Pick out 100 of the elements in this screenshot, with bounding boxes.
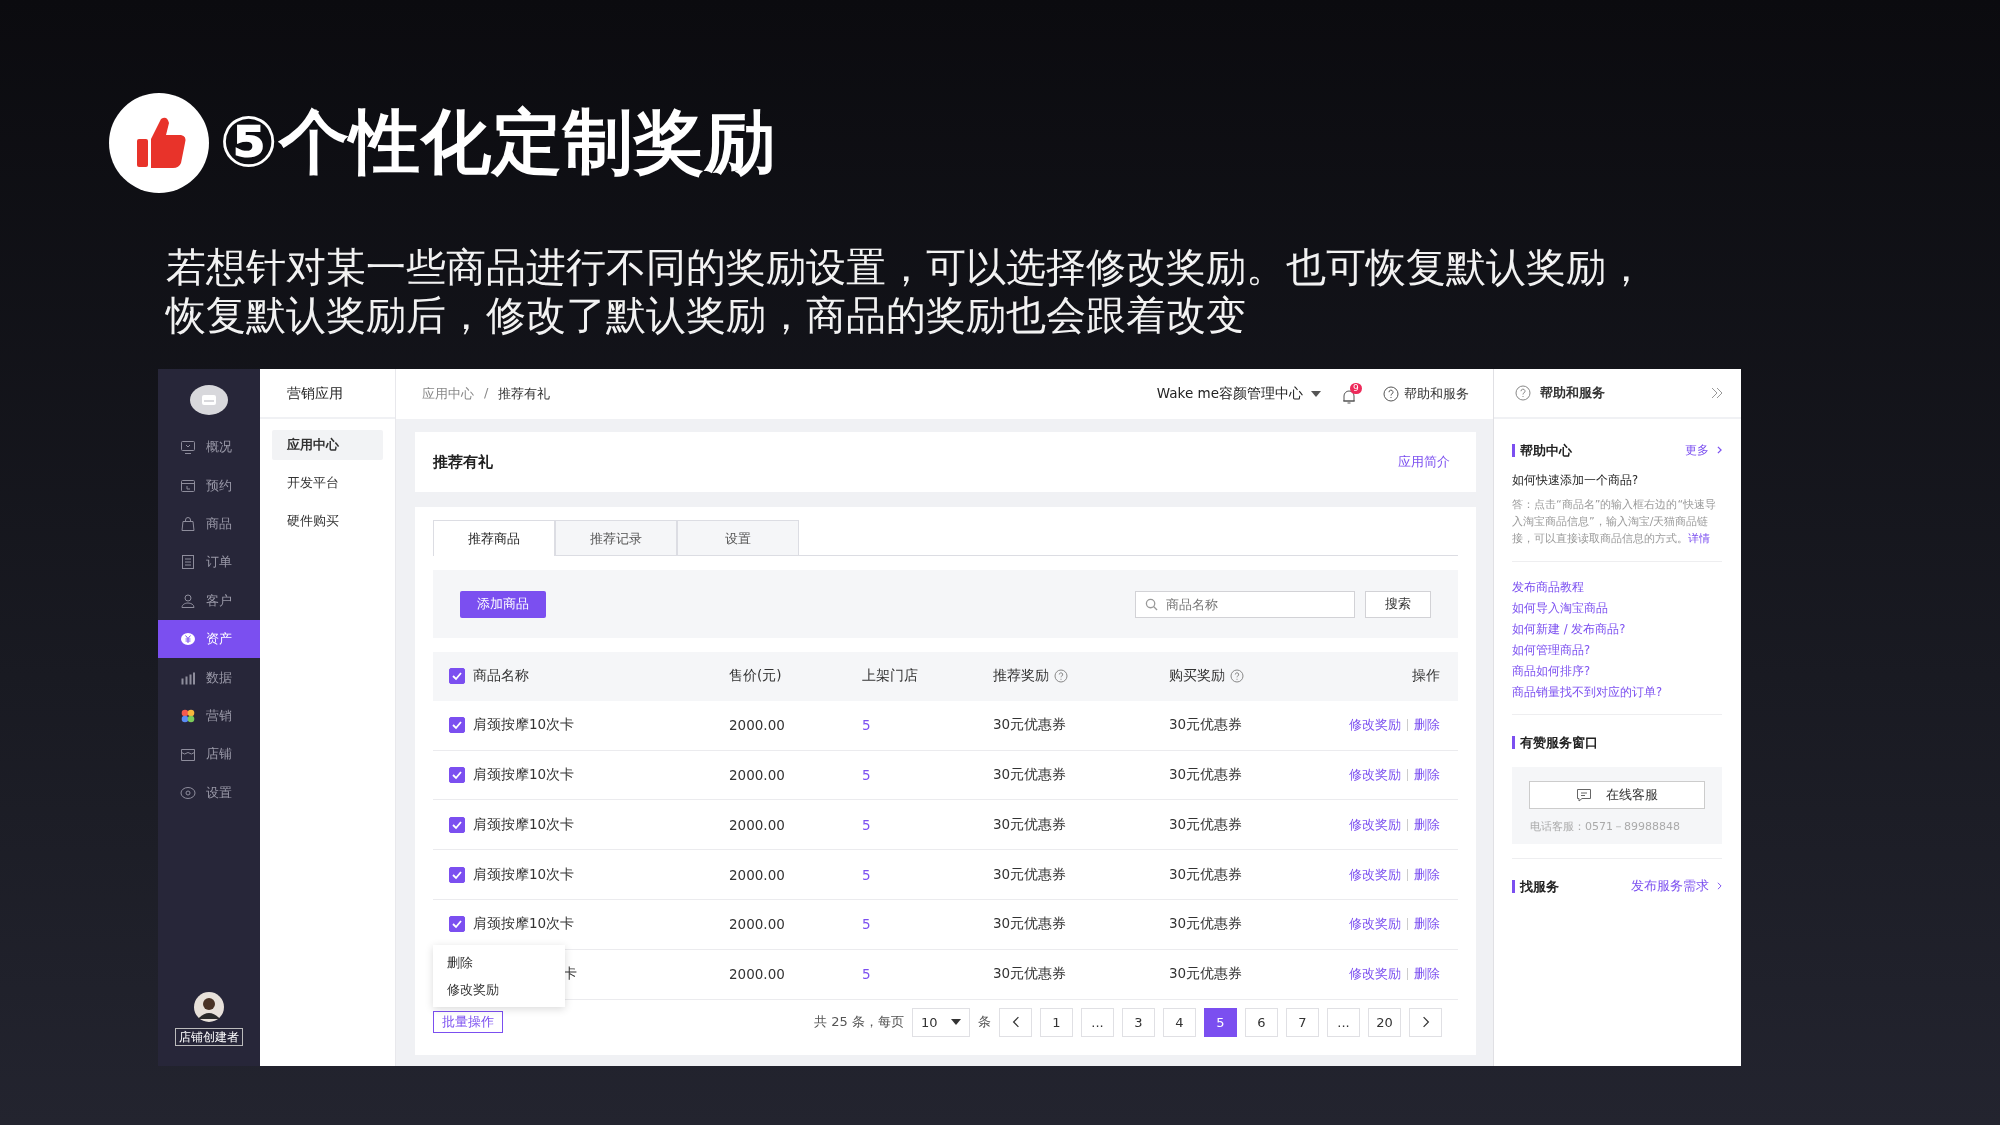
action-link[interactable]: 修改奖励 xyxy=(1349,965,1401,984)
help-link[interactable]: 如何新建 / 发布商品? xyxy=(1512,622,1722,637)
sidebar-item[interactable]: 订单 xyxy=(158,543,260,582)
online-service-button[interactable]: 在线客服 xyxy=(1529,781,1705,809)
price-cell: 2000.00 xyxy=(729,816,785,833)
action-link[interactable]: 删除 xyxy=(1414,915,1440,934)
breadcrumb-separator: / xyxy=(484,385,489,402)
caret-icon xyxy=(1311,391,1321,397)
help-link[interactable]: 如何导入淘宝商品 xyxy=(1512,601,1722,616)
breadcrumb-link[interactable]: 推荐有礼 xyxy=(498,385,551,403)
intro-link[interactable]: 应用简介 xyxy=(1398,453,1450,471)
action-link[interactable]: 删除 xyxy=(1414,716,1440,735)
action-link[interactable]: 修改奖励 xyxy=(1349,716,1401,735)
sidebar-item[interactable]: 预约 xyxy=(158,466,260,505)
store-count-link[interactable]: 5 xyxy=(862,966,871,983)
page-button[interactable]: 7 xyxy=(1286,1007,1319,1037)
action-link[interactable]: 修改奖励 xyxy=(1349,766,1401,784)
store-switcher[interactable]: Wake me容颜管理中心 xyxy=(1156,385,1321,403)
store-count-link[interactable]: 5 xyxy=(862,916,871,933)
avatar xyxy=(194,992,224,1022)
add-product-button[interactable]: 添加商品 xyxy=(460,590,546,618)
page-button[interactable]: 4 xyxy=(1163,1007,1196,1037)
row-checkbox[interactable] xyxy=(449,916,465,933)
sidebar-item[interactable]: 数据 xyxy=(158,658,260,697)
sidebar-item[interactable]: 概况 xyxy=(158,428,260,467)
double-chevron-right-icon[interactable] xyxy=(1710,387,1724,399)
chevron-right-icon xyxy=(1421,1016,1430,1029)
help-link[interactable]: 帮助和服务 xyxy=(1383,385,1469,403)
page-button[interactable]: 1 xyxy=(1040,1007,1073,1037)
help-link[interactable]: 商品销量找不到对应的订单? xyxy=(1512,685,1722,700)
more-link[interactable]: 更多 xyxy=(1685,442,1722,458)
store-count-link[interactable]: 5 xyxy=(862,816,871,833)
menu-item[interactable]: 修改奖励 xyxy=(433,975,565,1003)
section-heading: 帮助中心 xyxy=(1512,443,1572,457)
total-count-text: 共 25 条，每页 xyxy=(814,1013,904,1032)
thumbs-up-icon xyxy=(109,93,209,193)
tab[interactable]: 推荐商品 xyxy=(433,520,555,556)
bell-icon xyxy=(1341,389,1357,405)
store-count-link[interactable]: 5 xyxy=(862,717,871,734)
page-button[interactable]: 5 xyxy=(1204,1007,1237,1037)
page-size-select[interactable]: 10 xyxy=(912,1007,970,1037)
select-all-checkbox[interactable] xyxy=(449,668,465,685)
sidebar-item[interactable]: 客户 xyxy=(158,581,260,620)
page-button[interactable]: 3 xyxy=(1122,1007,1155,1037)
breadcrumb-link[interactable]: 应用中心 xyxy=(422,385,474,403)
shop-icon xyxy=(180,746,196,763)
action-link[interactable]: 修改奖励 xyxy=(1349,865,1401,884)
price-cell: 2000.00 xyxy=(729,916,785,933)
action-link[interactable]: 修改奖励 xyxy=(1349,915,1401,934)
batch-actions-button[interactable]: 批量操作 xyxy=(433,1010,503,1033)
notification-button[interactable]: 9 xyxy=(1341,383,1363,405)
menu-item[interactable]: 删除 xyxy=(433,948,565,976)
page-button[interactable]: ... xyxy=(1081,1007,1114,1037)
row-checkbox[interactable] xyxy=(449,767,465,783)
post-request-link[interactable]: 发布服务需求 xyxy=(1631,877,1722,895)
sidebar-item[interactable]: 设置 xyxy=(158,773,260,812)
sidebar-item[interactable]: 资产 xyxy=(158,619,260,659)
product-name-cell: 肩颈按摩10次卡 xyxy=(473,915,575,934)
calendar-icon xyxy=(180,477,196,494)
store-count-link[interactable]: 5 xyxy=(862,866,871,883)
section-heading: 找服务 xyxy=(1512,879,1559,893)
page-button[interactable]: 6 xyxy=(1245,1007,1278,1037)
tab[interactable]: 推荐记录 xyxy=(555,520,677,555)
action-link[interactable]: 删除 xyxy=(1414,965,1440,984)
chevron-right-icon xyxy=(1717,882,1722,890)
caret-icon xyxy=(951,1019,961,1026)
faq-question: 如何快速添加一个商品? xyxy=(1512,473,1640,488)
subnav-item[interactable]: 应用中心 xyxy=(272,430,383,460)
action-link[interactable]: 删除 xyxy=(1414,766,1440,784)
help-link[interactable]: 商品如何排序? xyxy=(1512,664,1722,679)
details-link[interactable]: 详情 xyxy=(1688,532,1710,545)
subnav-item[interactable]: 开发平台 xyxy=(272,468,383,498)
product-name-cell: 肩颈按摩10次卡 xyxy=(473,815,575,834)
help-link[interactable]: 如何管理商品? xyxy=(1512,643,1722,658)
help-link[interactable]: 发布商品教程 xyxy=(1512,580,1722,595)
sidebar-item[interactable]: 商品 xyxy=(158,504,260,544)
reward-cell: 30元优惠券 xyxy=(993,915,1067,934)
page-button[interactable]: 20 xyxy=(1368,1007,1401,1037)
product-name-cell: 肩颈按摩10次卡 xyxy=(473,865,575,884)
subnav-item[interactable]: 硬件购买 xyxy=(272,506,383,536)
page-button[interactable]: ... xyxy=(1327,1007,1360,1037)
action-link[interactable]: 删除 xyxy=(1414,815,1440,834)
column-header: 商品名称 xyxy=(473,667,529,686)
document-icon xyxy=(180,554,196,571)
sidebar-item[interactable]: 店铺 xyxy=(158,735,260,774)
section-heading: 有赞服务窗口 xyxy=(1512,735,1598,749)
reward-cell: 30元优惠券 xyxy=(1169,965,1243,984)
reward-cell: 30元优惠券 xyxy=(1169,865,1243,884)
store-count-link[interactable]: 5 xyxy=(862,767,871,783)
settings-icon xyxy=(180,784,196,801)
action-link[interactable]: 删除 xyxy=(1414,865,1440,884)
search-field[interactable]: 商品名称 xyxy=(1135,590,1355,618)
action-link[interactable]: 修改奖励 xyxy=(1349,815,1401,834)
row-checkbox[interactable] xyxy=(449,866,465,883)
search-button[interactable]: 搜索 xyxy=(1365,590,1431,618)
tab[interactable]: 设置 xyxy=(677,520,799,555)
row-checkbox[interactable] xyxy=(449,816,465,833)
row-checkbox[interactable] xyxy=(449,717,465,734)
sidebar-item[interactable]: 营销 xyxy=(158,696,260,736)
column-header: 购买奖励 xyxy=(1169,667,1225,686)
